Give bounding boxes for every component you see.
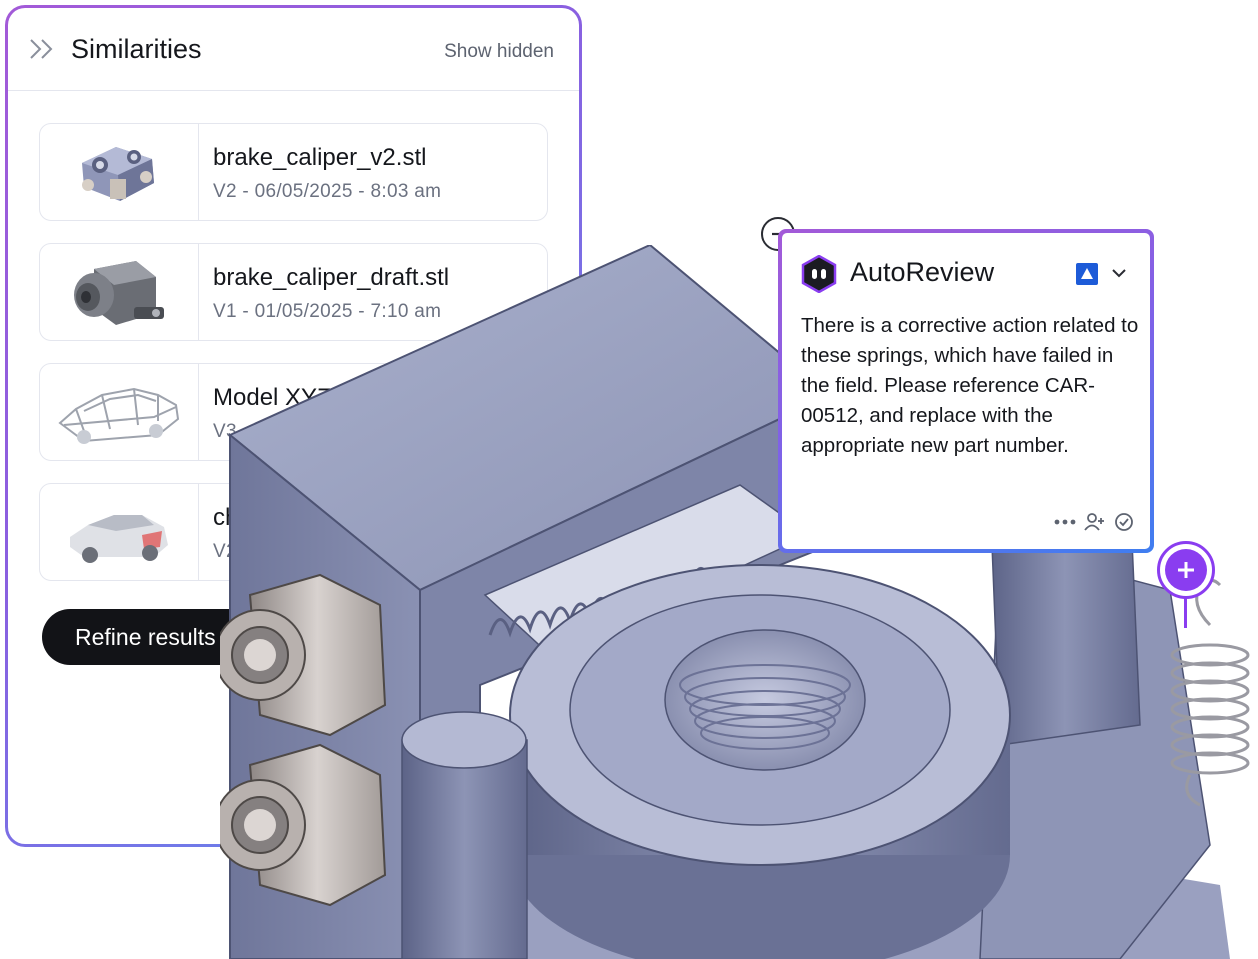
part-thumbnail — [40, 484, 199, 580]
autoreview-message: There is a corrective action related to … — [801, 314, 1139, 457]
pin-leader-line — [1184, 598, 1187, 628]
double-chevron-right-icon[interactable] — [28, 38, 56, 60]
more-options-icon[interactable] — [1054, 512, 1076, 537]
autoreview-title: AutoReview — [850, 257, 995, 287]
item-name: brake_caliper_v2.stl — [213, 144, 427, 171]
part-thumbnail — [40, 244, 199, 340]
assign-user-icon[interactable] — [1084, 512, 1106, 537]
part-thumbnail — [40, 364, 199, 460]
left-post-wall — [401, 739, 528, 959]
similarities-title: Similarities — [71, 34, 202, 64]
autoreview-bot-icon — [801, 255, 837, 293]
item-meta: V2 - 06/05/2025 - 8:03 am — [213, 181, 442, 202]
add-comment-pin[interactable] — [1157, 541, 1215, 599]
caliper-draft-thumbnail-icon — [74, 261, 164, 325]
autoreview-card: AutoReview There is a corrective action … — [782, 233, 1150, 549]
autoreview-popover: AutoReview There is a corrective action … — [778, 229, 1154, 553]
chevron-down-icon[interactable] — [1112, 268, 1126, 278]
add-pin-fill — [1165, 549, 1207, 591]
left-post-top — [401, 711, 527, 769]
show-hidden-link[interactable]: Show hidden — [444, 41, 554, 63]
plus-icon — [1178, 562, 1194, 578]
car-frame-thumbnail-icon — [58, 387, 180, 444]
priority-flag-icon[interactable] — [1076, 263, 1098, 285]
similarities-header: Similarities Show hidden — [8, 8, 579, 91]
similarity-card[interactable]: brake_caliper_v2.stl V2 - 06/05/2025 - 8… — [39, 123, 548, 221]
car-chassis-thumbnail-icon — [70, 515, 168, 563]
part-thumbnail — [40, 124, 199, 220]
resolve-check-icon[interactable] — [1114, 512, 1134, 537]
brake-caliper-thumbnail-icon — [82, 147, 154, 201]
